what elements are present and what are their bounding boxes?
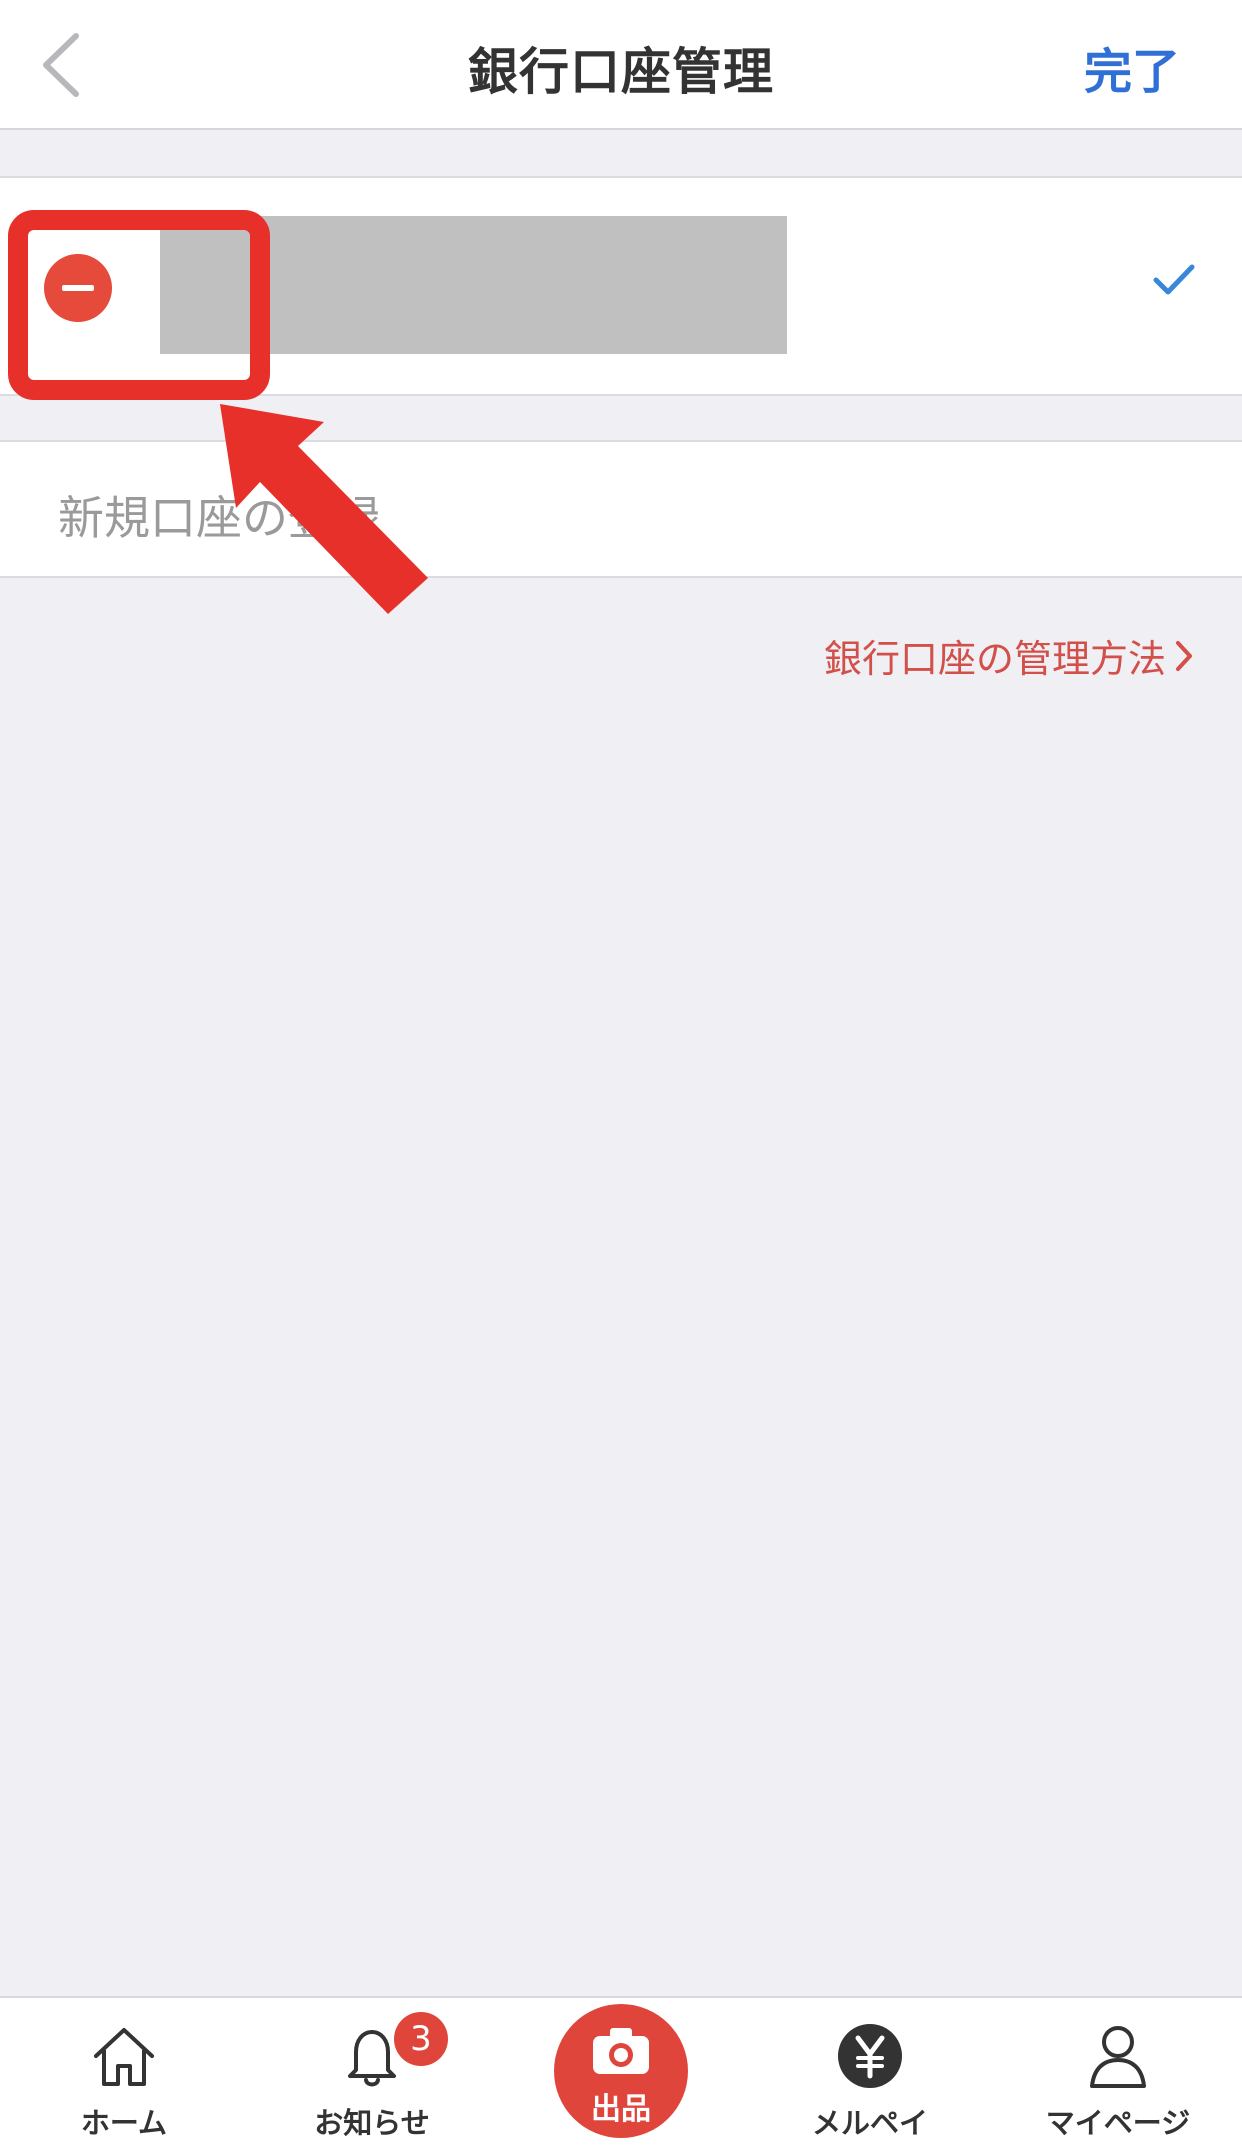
highlight-annotation-box [8, 210, 270, 400]
tab-mypage-label: マイページ [1045, 2106, 1191, 2140]
register-new-account-row[interactable]: 新規口座の登録 [0, 440, 1242, 578]
manage-method-link[interactable]: 銀行口座の管理方法 [824, 628, 1194, 683]
navigation-bar: 銀行口座管理 完了 [0, 0, 1242, 130]
notification-badge: 3 [394, 2012, 448, 2066]
tab-notifications-label: お知らせ [314, 2106, 430, 2140]
yen-icon [838, 2024, 902, 2088]
tab-merpay-label: メルペイ [811, 2106, 928, 2140]
annotation-arrow-icon [220, 404, 428, 614]
page-title: 銀行口座管理 [468, 43, 774, 101]
sell-label: 出品 [591, 2092, 651, 2127]
chevron-right-icon [1176, 640, 1192, 671]
tab-mypage[interactable]: マイページ [1018, 1998, 1218, 2146]
home-icon [94, 2028, 154, 2086]
tab-home-label: ホーム [80, 2106, 168, 2140]
done-button[interactable]: 完了 [1084, 32, 1180, 102]
person-icon [1090, 2026, 1146, 2088]
camera-icon [593, 2028, 649, 2074]
manage-method-label: 銀行口座の管理方法 [823, 637, 1166, 681]
tab-notifications[interactable]: お知らせ [272, 1998, 472, 2146]
tab-merpay[interactable]: メルペイ [770, 1998, 970, 2146]
sell-button[interactable]: 出品 [554, 2004, 688, 2138]
tab-home[interactable]: ホーム [24, 1998, 224, 2146]
checkmark-icon [1153, 264, 1195, 295]
